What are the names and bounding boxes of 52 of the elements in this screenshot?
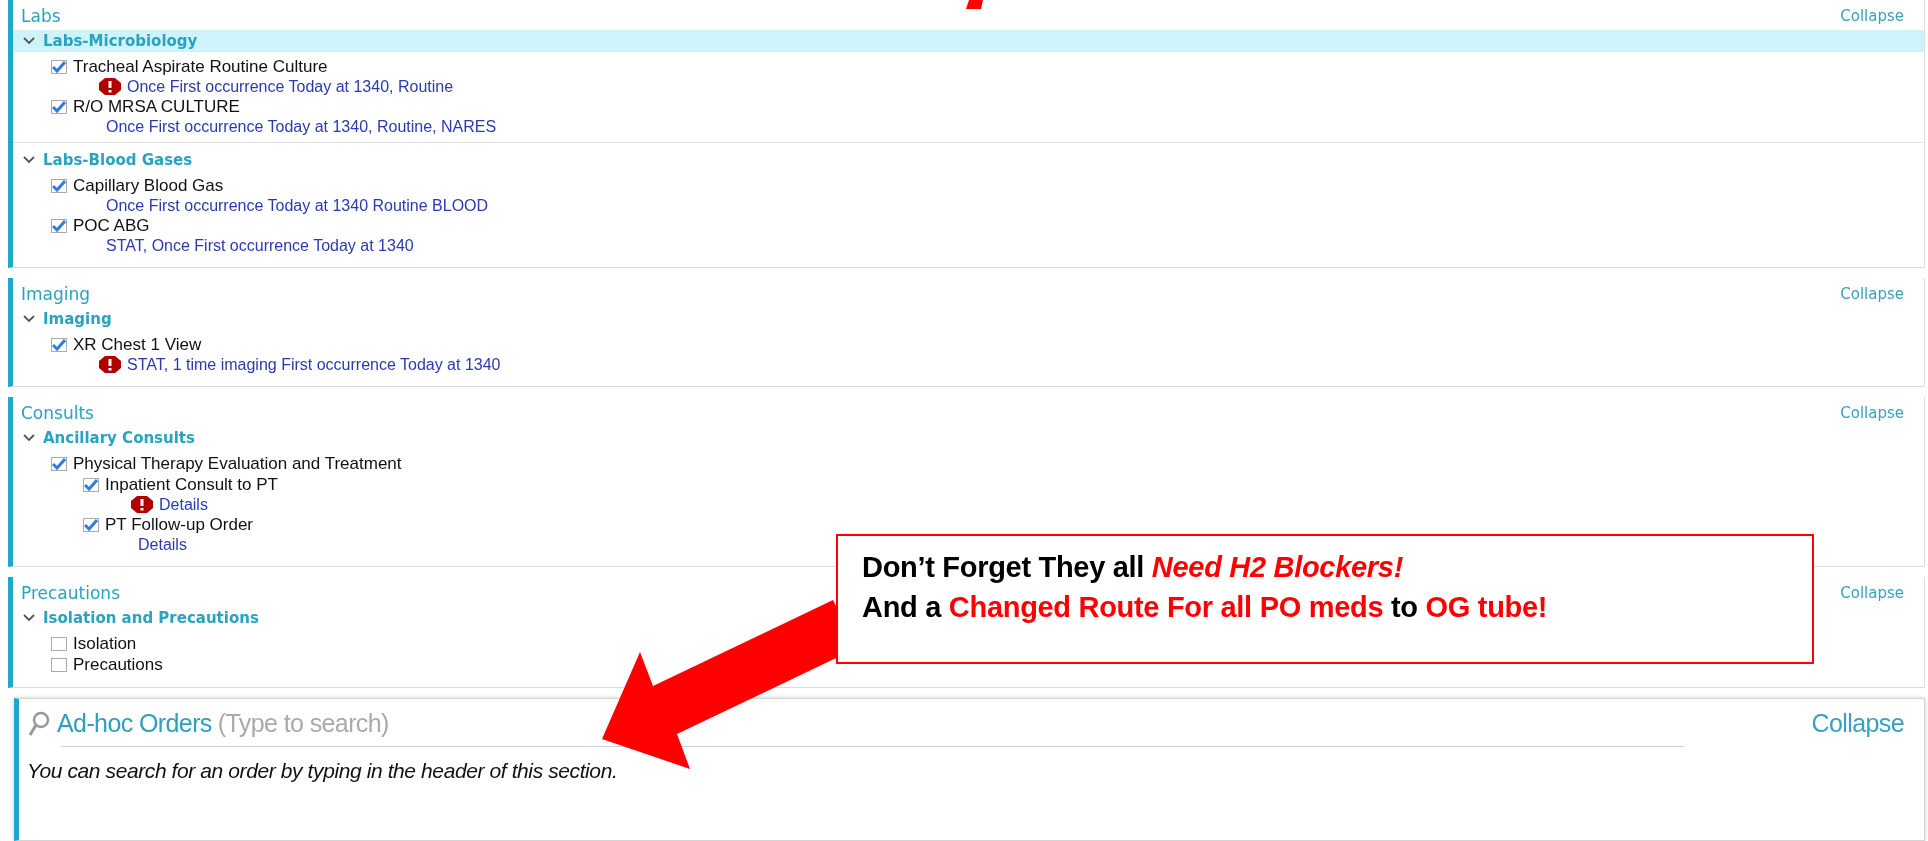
order-details[interactable]: STAT, 1 time imaging First occurrence Today at 1340 (127, 355, 501, 374)
group-header[interactable]: Ancillary Consults (13, 427, 201, 449)
callout-text: Don’t Forget They all Need H2 Blockers! (862, 550, 1405, 585)
collapse-link[interactable]: Collapse (1840, 584, 1904, 602)
group-header[interactable]: Labs-Blood Gases (13, 149, 199, 171)
search-icon (27, 709, 51, 738)
collapse-link[interactable]: Collapse (1840, 404, 1904, 422)
order-details[interactable]: Details (138, 535, 187, 554)
order-details[interactable]: Once First occurrence Today at 1340, Routine (127, 77, 454, 96)
chevron-icon[interactable] (23, 614, 35, 622)
order-label: Tracheal Aspirate Routine Culture (73, 56, 328, 77)
group-header[interactable]: Isolation and Precautions (13, 607, 265, 629)
checkbox[interactable] (51, 178, 67, 193)
collapse-link[interactable]: Collapse (1811, 709, 1904, 738)
group-header[interactable]: Labs-Microbiology (13, 30, 1924, 52)
checkbox[interactable] (51, 99, 67, 114)
section-title: Labs (21, 6, 61, 26)
checkbox[interactable] (51, 337, 67, 352)
collapse-link[interactable]: Collapse (1840, 285, 1904, 303)
search-hint: You can search for an order by typing in the header of this section. (27, 759, 619, 783)
checkbox[interactable] (51, 657, 67, 672)
section-title: Consults (21, 403, 94, 423)
chevron-icon[interactable] (23, 156, 35, 164)
order-label: POC ABG (73, 215, 150, 236)
checkbox[interactable] (51, 59, 67, 74)
order-label: XR Chest 1 View (73, 334, 202, 355)
chevron-icon[interactable] (23, 434, 35, 442)
checkbox[interactable] (51, 636, 67, 651)
chevron-icon[interactable] (23, 37, 35, 45)
order-label: Isolation (73, 633, 137, 654)
annotation-fragment (966, 0, 983, 9)
checkbox[interactable] (83, 517, 99, 532)
section-title: Imaging (21, 284, 91, 304)
order-label: PT Follow-up Order (105, 514, 253, 535)
callout-text: And a Changed Route For all PO meds to OG tube! (862, 590, 1549, 625)
order-label: R/O MRSA CULTURE (73, 96, 240, 117)
checkbox[interactable] (51, 456, 67, 471)
chevron-icon[interactable] (23, 315, 35, 323)
order-details[interactable]: STAT, Once First occurrence Today at 1340 (106, 236, 414, 255)
checkbox[interactable] (83, 477, 99, 492)
order-label: Precautions (73, 654, 163, 675)
adhoc-title: Ad-hoc Orders (57, 709, 212, 738)
checkbox[interactable] (51, 218, 67, 233)
order-details[interactable]: Once First occurrence Today at 1340, Routine, NARES (106, 117, 497, 136)
order-details[interactable]: Once First occurrence Today at 1340 Routine BLOOD (106, 196, 489, 215)
collapse-link[interactable]: Collapse (1840, 7, 1904, 25)
order-details[interactable]: Details (159, 495, 208, 514)
order-label: Physical Therapy Evaluation and Treatment (73, 453, 402, 474)
order-label: Inpatient Consult to PT (105, 474, 278, 495)
group-header[interactable]: Imaging (13, 308, 118, 330)
order-label: Capillary Blood Gas (73, 175, 224, 196)
section-title: Precautions (21, 583, 120, 603)
